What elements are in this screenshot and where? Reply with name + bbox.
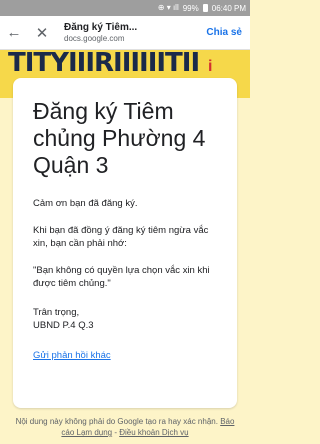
thanks-message: Cảm ơn bạn đã đăng ký.	[33, 198, 138, 209]
page-title: Đăng ký Tiêm...	[64, 22, 138, 33]
close-icon: ✕	[35, 24, 49, 42]
back-arrow-icon: ←	[6, 24, 22, 41]
signoff: Trân trọng,	[33, 307, 80, 318]
page-url: docs.google.com	[64, 34, 125, 43]
banner-graphic-text: TITYIIIRIIIIIITII	[8, 50, 200, 78]
page-info: Đăng ký Tiêm... docs.google.com	[56, 22, 198, 43]
banner-red-mark: i	[208, 58, 213, 75]
reminder-quote: "Bạn không có quyền lựa chọn vắc xin khi…	[33, 265, 210, 289]
form-title: Đăng ký Tiêm chủng Phường 4 Quận 3	[33, 98, 206, 178]
close-button[interactable]: ✕	[28, 16, 56, 50]
signal-icons: ⊕ ▾ ıll	[157, 3, 179, 12]
back-button[interactable]: ←	[0, 16, 28, 50]
terms-of-service-link[interactable]: Điều khoản Dịch vụ	[119, 428, 188, 437]
browser-toolbar: ← ✕ Đăng ký Tiêm... docs.google.com Chia…	[0, 16, 250, 50]
send-another-response-link[interactable]: Gửi phản hồi khác	[33, 350, 111, 361]
clock: 06:40 PM	[211, 3, 246, 13]
reminder-note: Khi bạn đã đồng ý đăng ký tiêm ngừa vắc …	[33, 225, 209, 249]
signer: UBND P.4 Q.3	[33, 320, 94, 331]
battery-icon	[202, 4, 208, 12]
confirmation-card: Đăng ký Tiêm chủng Phường 4 Quận 3 Cảm ơ…	[13, 78, 237, 408]
status-bar: ⊕ ▾ ıll 99% 06:40 PM	[0, 0, 250, 16]
share-button[interactable]: Chia sẻ	[198, 27, 250, 38]
footer-disclaimer: Nội dung này không phải do Google tạo ra…	[0, 414, 250, 444]
battery-percent: 99%	[182, 3, 199, 13]
footer-text: Nội dung này không phải do Google tạo ra…	[15, 417, 218, 426]
